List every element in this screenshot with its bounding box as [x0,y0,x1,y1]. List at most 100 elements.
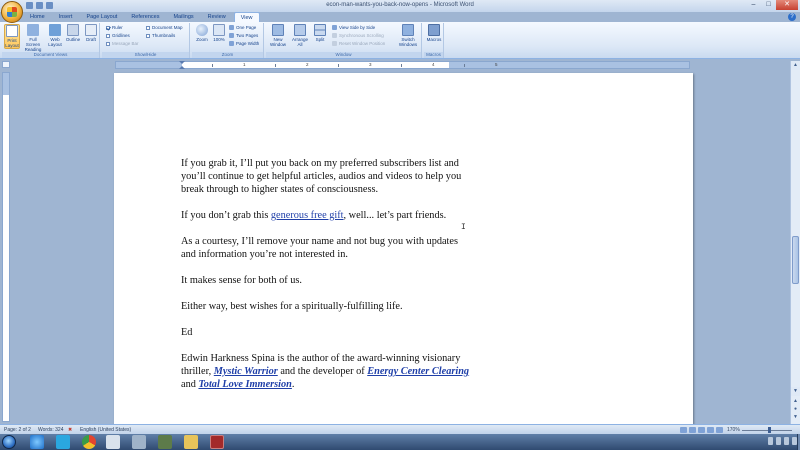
tab-home[interactable]: Home [24,12,51,22]
app-window-icon[interactable] [210,435,224,449]
full-screen-reading-button[interactable]: Full Screen Reading [23,24,43,52]
scroll-up-arrow-icon[interactable]: ▲ [791,61,800,70]
one-page-button[interactable]: One Page [229,25,256,30]
office-button[interactable] [1,1,23,23]
tab-mailings[interactable]: Mailings [167,12,199,22]
zoom-slider-knob[interactable] [768,427,771,433]
macros-button[interactable]: Macros [426,24,442,42]
print-layout-button[interactable]: Print Layout [4,24,20,49]
message-bar-label: Message Bar [112,41,139,46]
vertical-scrollbar[interactable]: ▲ ▼ ▲ ● ▼ [790,61,800,424]
full-screen-view-icon[interactable] [689,427,696,433]
view-side-by-side-button[interactable]: View Side by Side [332,25,375,30]
two-pages-button[interactable]: Two Pages [229,33,258,38]
chrome-icon[interactable] [82,435,96,449]
document-body[interactable]: If you grab it, I’ll put you back on my … [181,157,471,404]
tray-icon[interactable] [768,437,773,445]
close-button[interactable]: ✕ [776,0,798,10]
draft-view-icon[interactable] [716,427,723,433]
tab-references[interactable]: References [125,12,165,22]
tab-view[interactable]: View [233,12,260,22]
switch-windows-icon [402,24,414,36]
zoom-100-icon [213,24,225,36]
gridlines-checkbox[interactable]: Gridlines [106,33,130,38]
paragraph-2-text-a: If you don’t grab this [181,210,271,221]
page-count[interactable]: Page: 2 of 2 [4,427,31,433]
paragraph-4[interactable]: It makes sense for both of us. [181,274,471,287]
paragraph-7[interactable]: Edwin Harkness Spina is the author of th… [181,352,471,391]
paragraph-6[interactable]: Ed [181,326,471,339]
document-map-checkbox[interactable]: Document Map [146,25,183,30]
switch-windows-label: Switch Windows [398,37,418,47]
ruler-tick [401,64,402,67]
gridlines-check[interactable] [106,33,110,38]
tab-page-layout[interactable]: Page Layout [80,12,123,22]
message-bar-checkbox[interactable]: Message Bar [106,41,139,46]
scrollbar-thumb[interactable] [792,236,799,284]
mystic-warrior-link[interactable]: Mystic Warrior [214,366,278,377]
skype-icon[interactable] [56,435,70,449]
word-count[interactable]: Words: 324 [38,427,63,433]
draft-button[interactable]: Draft [83,24,99,42]
zoom-slider[interactable] [742,430,792,431]
folder-icon[interactable] [184,435,198,449]
new-window-button[interactable]: New Window [268,24,288,47]
internet-explorer-icon[interactable] [30,435,44,449]
zoom-100-button[interactable]: 100% [211,24,227,42]
help-icon[interactable]: ? [788,13,796,21]
reset-window-position-button[interactable]: Reset Window Position [332,41,385,46]
ruler-toggle-tab-stop[interactable] [2,61,10,68]
vertical-ruler[interactable] [2,72,10,422]
total-love-immersion-link[interactable]: Total Love Immersion [198,379,291,390]
ruler-checkbox[interactable]: Ruler [106,25,123,30]
maximize-button[interactable]: □ [761,0,776,10]
start-button-icon[interactable] [2,435,16,449]
draft-label: Draft [86,37,96,42]
horizontal-ruler[interactable]: 1 2 3 4 5 [115,61,690,69]
indent-markers-icon[interactable] [179,61,185,69]
language-indicator[interactable]: English (United States) [80,427,131,433]
document-page[interactable]: If you grab it, I’ll put you back on my … [114,73,693,424]
taskbar [0,434,800,450]
paragraph-3[interactable]: As a courtesy, I’ll remove your name and… [181,235,471,261]
arrange-all-label: Arrange All [291,37,308,47]
paragraph-2[interactable]: If you don’t grab this generous free gif… [181,209,471,222]
arrange-all-button[interactable]: Arrange All [290,24,310,47]
generous-free-gift-link[interactable]: generous free gift [271,210,344,221]
tray-icon[interactable] [784,437,789,445]
outline-button[interactable]: Outline [65,24,81,42]
paragraph-5[interactable]: Either way, best wishes for a spirituall… [181,300,471,313]
split-button[interactable]: Split [312,24,328,42]
thumbnails-check[interactable] [146,33,150,38]
zoom-level[interactable]: 170% [727,427,740,433]
web-layout-button[interactable]: Web Layout [47,24,63,47]
tray-icon[interactable] [776,437,781,445]
outline-view-icon[interactable] [707,427,714,433]
previous-page-icon[interactable]: ▲ [791,398,800,405]
app-window-icon[interactable] [158,435,172,449]
energy-center-clearing-link[interactable]: Energy Center Clearing [367,366,469,377]
proofing-icon[interactable]: ✖ [68,427,72,433]
next-page-icon[interactable]: ▼ [791,414,800,421]
zoom-button[interactable]: Zoom [194,24,210,42]
ruler-check[interactable] [106,25,110,30]
paragraph-1[interactable]: If you grab it, I’ll put you back on my … [181,157,471,196]
synchronous-scrolling-button[interactable]: Synchronous Scrolling [332,33,384,38]
select-browse-object-icon[interactable]: ● [791,406,800,413]
ruler-tick [338,64,339,67]
scroll-down-arrow-icon[interactable]: ▼ [791,387,800,396]
magnifier-icon [196,24,208,36]
app-window-icon[interactable] [106,435,120,449]
ribbon-tabs: Home Insert Page Layout References Mailings R… [24,12,260,22]
tab-insert[interactable]: Insert [53,12,79,22]
switch-windows-button[interactable]: Switch Windows [397,24,419,47]
message-bar-check[interactable] [106,41,110,46]
print-layout-view-icon[interactable] [680,427,687,433]
web-layout-view-icon[interactable] [698,427,705,433]
page-width-button[interactable]: Page Width [229,41,259,46]
app-window-icon[interactable] [132,435,146,449]
minimize-button[interactable]: – [746,0,761,10]
tab-review[interactable]: Review [202,12,232,22]
document-map-check[interactable] [146,25,150,30]
thumbnails-checkbox[interactable]: Thumbnails [146,33,175,38]
